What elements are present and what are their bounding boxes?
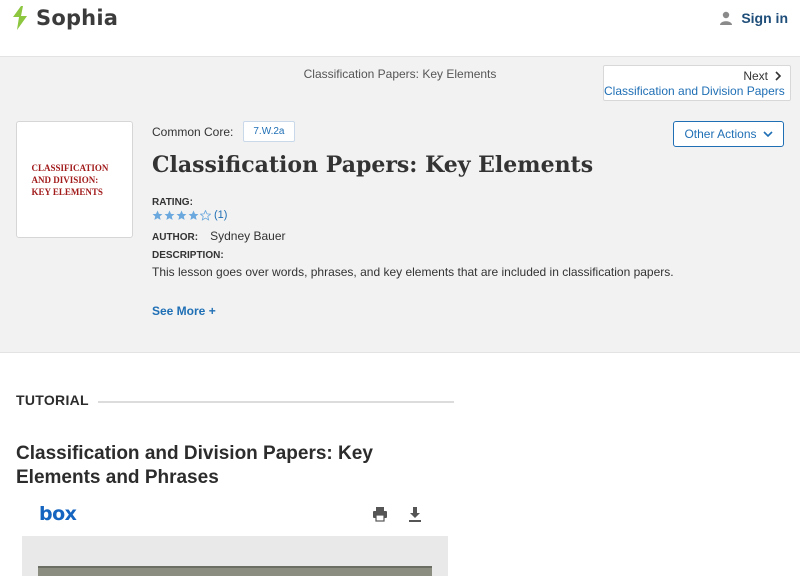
author-row: AUTHOR: Sydney Bauer (152, 229, 286, 243)
logo-text: Sophia (36, 6, 119, 30)
page-title: Classification Papers: Key Elements (152, 152, 594, 178)
see-more-link[interactable]: See More + (152, 304, 216, 318)
document-page (38, 566, 432, 576)
box-logo: box (39, 503, 77, 525)
lesson-header: Classification Papers: Key Elements Next… (0, 56, 800, 353)
tutorial-title: Classification and Division Papers: Key … (16, 443, 373, 488)
star-empty-icon (200, 209, 211, 221)
common-core-badge[interactable]: 7.W.2a (243, 121, 295, 142)
star-filled-icon (164, 210, 175, 220)
rating-count[interactable]: (1) (214, 209, 227, 221)
thumbnail-text: CLASSIFICATION AND DIVISION: KEY ELEMENT… (31, 162, 109, 197)
author-name: Sydney Bauer (210, 229, 286, 243)
tutorial-label: TUTORIAL (16, 392, 89, 408)
common-core-row: Common Core: 7.W.2a (152, 121, 295, 142)
chevron-down-icon (762, 130, 773, 137)
other-actions-button[interactable]: Other Actions (673, 121, 784, 147)
star-filled-icon (188, 210, 199, 220)
sign-in-label: Sign in (741, 10, 788, 26)
star-filled-icon (176, 210, 187, 220)
description-label: DESCRIPTION: (152, 250, 224, 261)
print-icon[interactable] (372, 506, 388, 522)
sign-in-button[interactable]: Sign in (719, 10, 788, 26)
sophia-logo[interactable]: Sophia (10, 4, 118, 32)
section-divider (98, 401, 454, 403)
document-viewer[interactable]: box (22, 498, 448, 576)
top-navigation: Sophia Sign in (0, 0, 800, 40)
star-filled-icon (152, 210, 163, 220)
rating-label: RATING: (152, 197, 193, 208)
author-label: AUTHOR: (152, 232, 199, 243)
next-label: Next (743, 69, 768, 83)
description-text: This lesson goes over words, phrases, an… (152, 265, 674, 279)
next-lesson-button[interactable]: Next Classification and Division Papers (603, 65, 791, 101)
chevron-right-icon (775, 71, 782, 81)
download-icon[interactable] (408, 506, 422, 522)
other-actions-label: Other Actions (684, 127, 757, 141)
tutorial-heading: TUTORIAL (16, 392, 89, 408)
rating-stars[interactable]: (1) (152, 209, 227, 221)
user-icon (720, 11, 733, 25)
common-core-label: Common Core: (152, 124, 234, 139)
next-lesson-link: Classification and Division Papers (604, 84, 785, 98)
lesson-thumbnail: CLASSIFICATION AND DIVISION: KEY ELEMENT… (16, 121, 133, 238)
viewer-canvas (22, 536, 448, 576)
sophia-logo-icon (13, 6, 27, 30)
